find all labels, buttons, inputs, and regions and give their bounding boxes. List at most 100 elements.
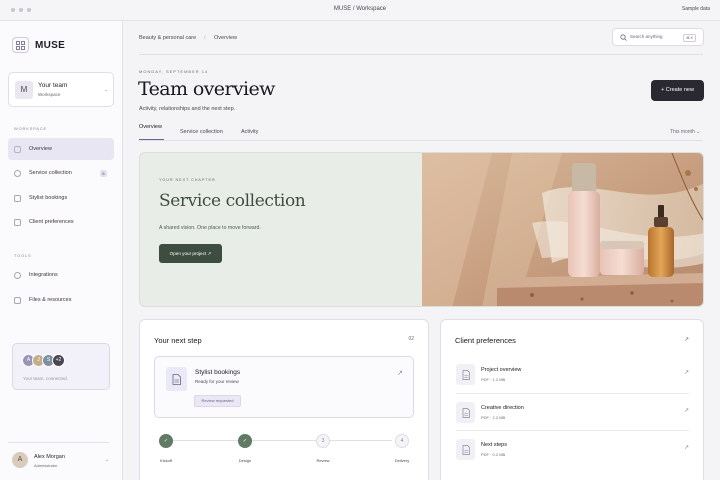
- product-photo: [422, 153, 703, 306]
- file-row[interactable]: Next steps PDF · 0.2 MB ↗: [456, 430, 689, 467]
- search-placeholder: Search anything: [630, 34, 663, 39]
- tools-section-label: TOOLS: [14, 253, 32, 258]
- search-shortcut: ⌘ K: [683, 34, 696, 42]
- avatar-group: A J S +2: [22, 354, 65, 367]
- step-label: Kickoff: [160, 458, 172, 463]
- document-icon: [456, 364, 475, 385]
- card-title: Your next step: [154, 336, 202, 345]
- sidebar-item-label: Integrations: [29, 272, 58, 278]
- open-link-icon[interactable]: ↗: [684, 407, 689, 414]
- open-link-icon[interactable]: ↗: [684, 444, 689, 451]
- brand-name: MUSE: [35, 40, 66, 51]
- next-step-item[interactable]: Stylist bookings Ready for your review R…: [154, 356, 414, 418]
- create-new-button[interactable]: + Create new: [651, 80, 704, 101]
- page-title: Team overview: [138, 78, 275, 100]
- file-meta: PDF · 1.2 MB: [481, 377, 506, 382]
- step-kickoff-marker: ✓: [159, 434, 173, 448]
- chevron-down-icon: ⌄: [696, 129, 701, 135]
- sidebar-item-label: Overview: [29, 146, 52, 152]
- range-select-label: This month: [670, 129, 695, 135]
- file-name: Project overview: [481, 367, 522, 373]
- user-name: Alex Morgan: [34, 454, 65, 460]
- search-input[interactable]: Search anything ⌘ K: [612, 28, 704, 46]
- tab-service-collection[interactable]: Service collection: [180, 129, 223, 135]
- sidebar-item-overview[interactable]: Overview: [8, 138, 114, 160]
- step-delivery-marker: 4: [395, 434, 409, 448]
- sidebar-item-label: Files & resources: [29, 297, 72, 303]
- breadcrumb-category[interactable]: Beauty & personal care: [139, 35, 196, 41]
- open-link-icon[interactable]: ↗: [684, 336, 689, 343]
- step-design-marker: ✓: [238, 434, 252, 448]
- sidebar-item-service-collection[interactable]: Service collection 6: [8, 162, 114, 184]
- users-icon: [14, 170, 21, 177]
- divider: [139, 140, 703, 141]
- sidebar-item-files-resources[interactable]: Files & resources: [8, 289, 114, 311]
- window-titlebar: MUSE / Workspace Sample data: [0, 0, 720, 21]
- tab-activity[interactable]: Activity: [241, 129, 258, 135]
- hero-title: Service collection: [159, 191, 306, 211]
- divider: [8, 442, 109, 443]
- client-preferences-card: Client preferences ↗ Project overview PD…: [440, 319, 704, 480]
- step-item-name: Stylist bookings: [195, 369, 241, 376]
- next-step-card: Your next step 02 Stylist bookings Ready…: [139, 319, 429, 480]
- sidebar-item-client-preferences[interactable]: Client preferences: [8, 211, 114, 233]
- more-avatars-count: +2: [52, 354, 65, 367]
- workspace-section-label: WORKSPACE: [14, 126, 47, 131]
- integrations-icon: [14, 272, 21, 279]
- hero-kicker: YOUR NEXT CHAPTER: [159, 178, 216, 182]
- document-icon: [456, 439, 475, 460]
- file-row[interactable]: Project overview PDF · 1.2 MB ↗: [456, 356, 689, 393]
- hero-subtitle: A shared vision. One place to move forwa…: [159, 225, 261, 231]
- divider: [139, 54, 703, 55]
- open-link-icon[interactable]: ↗: [684, 369, 689, 376]
- step-item-status: Ready for your review: [195, 379, 239, 384]
- document-icon: [456, 402, 475, 423]
- window-title: MUSE / Workspace: [333, 6, 387, 12]
- review-requested-badge: Review requested: [194, 395, 241, 407]
- user-role: Administrator: [34, 463, 58, 468]
- file-meta: PDF · 2.2 MB: [481, 415, 506, 420]
- page-date: MONDAY, SEPTEMBER 14: [139, 69, 209, 74]
- page-subtitle: Activity, relationships and the next ste…: [139, 106, 236, 112]
- card-title: Client preferences: [455, 336, 516, 345]
- step-review-marker: 3: [316, 434, 330, 448]
- user-avatar[interactable]: A: [12, 452, 28, 468]
- home-icon: [14, 146, 21, 153]
- chevron-down-icon[interactable]: ⌄: [105, 457, 109, 463]
- document-icon: [14, 219, 21, 226]
- sidebar-item-integrations[interactable]: Integrations: [8, 264, 114, 286]
- grid-icon: [12, 37, 29, 53]
- team-avatar: M: [15, 81, 33, 99]
- breadcrumb-separator: /: [204, 35, 206, 41]
- open-link-icon[interactable]: ↗: [397, 369, 403, 377]
- range-select[interactable]: This month ⌄: [670, 129, 700, 135]
- search-icon: [620, 34, 627, 41]
- step-label: Delivery: [394, 458, 410, 463]
- document-icon: [166, 367, 187, 391]
- hero-banner: YOUR NEXT CHAPTER Service collection A s…: [139, 152, 704, 307]
- team-switcher[interactable]: M Your team Workspace ⌄: [8, 72, 114, 107]
- sidebar: MUSE M Your team Workspace ⌄ WORKSPACE O…: [0, 21, 123, 480]
- sidebar-item-label: Service collection: [29, 170, 72, 176]
- tab-overview[interactable]: Overview: [139, 124, 162, 130]
- chevron-down-icon: ⌄: [104, 87, 109, 93]
- sidebar-item-label: Client preferences: [29, 219, 74, 225]
- count-badge: 6: [100, 170, 107, 177]
- sidebar-item-label: Stylist bookings: [29, 195, 68, 201]
- breadcrumb-current: Overview: [214, 35, 237, 41]
- step-count: 02: [408, 336, 414, 342]
- connect-text: Your team, connected.: [23, 376, 68, 381]
- calendar-icon: [14, 195, 21, 202]
- step-label: Design: [238, 458, 252, 463]
- step-label: Review: [316, 458, 330, 463]
- team-connected-card[interactable]: A J S +2 Your team, connected.: [12, 343, 110, 390]
- file-name: Next steps: [481, 442, 507, 448]
- file-meta: PDF · 0.2 MB: [481, 452, 506, 457]
- sample-data-label[interactable]: Sample data: [682, 6, 710, 12]
- file-name: Creative direction: [481, 405, 524, 411]
- team-name: Your team: [38, 82, 68, 89]
- sidebar-item-stylist-bookings[interactable]: Stylist bookings: [8, 187, 114, 209]
- file-row[interactable]: Creative direction PDF · 2.2 MB ↗: [456, 393, 689, 430]
- team-role: Workspace: [38, 92, 61, 97]
- open-project-button[interactable]: Open your project ↗: [159, 244, 222, 263]
